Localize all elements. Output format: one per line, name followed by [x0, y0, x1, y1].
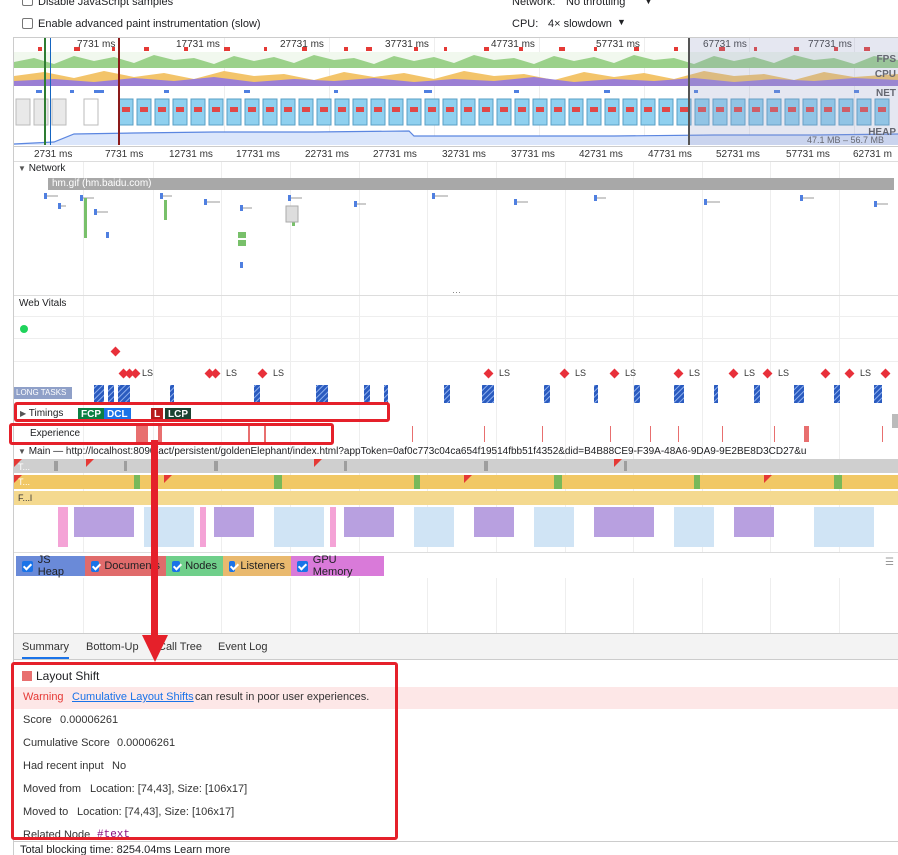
main-row-label: T...: [18, 477, 31, 487]
ls-label: LS: [142, 368, 154, 378]
ruler-tick: 12731 ms: [169, 149, 213, 160]
network-track[interactable]: ▼ Network hm.gif (hm.baidu.com) ···: [14, 162, 898, 297]
network-track-label: Network: [28, 163, 66, 174]
ls-diamond-marker[interactable]: [483, 368, 494, 379]
network-requests: [44, 193, 888, 268]
ls-diamond-marker[interactable]: [210, 368, 221, 379]
summary-highlight-box: [11, 662, 398, 840]
ruler-tick: 17731 ms: [236, 149, 280, 160]
network-throttle-select[interactable]: No throttling: [566, 0, 625, 8]
timeline-ruler[interactable]: 2731 ms 7731 ms 12731 ms 17731 ms 22731 …: [14, 146, 898, 162]
ls-diamond-marker[interactable]: [130, 368, 141, 379]
network-label: Network:: [512, 0, 556, 8]
ruler-tick: 37731 ms: [511, 149, 555, 160]
ruler-tick: 7731 ms: [105, 149, 144, 160]
ls-diamond-marker[interactable]: [728, 368, 739, 379]
ls-label: LS: [744, 368, 756, 378]
selection-left-handle[interactable]: [44, 38, 46, 145]
ls-label: LS: [575, 368, 587, 378]
timeline-overview[interactable]: 7731 ms 17731 ms 27731 ms 37731 ms 47731…: [14, 37, 898, 145]
annotation-arrow-icon: [142, 440, 168, 662]
lcp-diamond-marker[interactable]: [110, 346, 121, 357]
ruler-tick: 42731 ms: [579, 149, 623, 160]
ls-diamond-marker[interactable]: [257, 368, 268, 379]
ls-label: LS: [226, 368, 238, 378]
checkbox-checked-icon: [229, 560, 236, 572]
total-blocking-time: Total blocking time: 8254.04ms: [20, 844, 172, 855]
ruler-tick: 52731 ms: [716, 149, 760, 160]
web-vitals-label: Web Vitals: [19, 298, 67, 309]
checkbox-checked-icon: [91, 560, 100, 572]
settings-bar: Disable JavaScript samples Enable advanc…: [0, 0, 898, 36]
advanced-paint-checkbox[interactable]: [22, 18, 33, 29]
selection-marker: [118, 38, 120, 145]
checkbox-checked-icon: [172, 560, 181, 572]
fcp-dot-marker[interactable]: [20, 325, 28, 333]
checkbox-checked-icon: [22, 560, 33, 572]
nodes-checkbox[interactable]: Nodes: [166, 556, 223, 576]
long-tasks-label: LONG TASKS: [14, 387, 72, 399]
ls-label: LS: [860, 368, 872, 378]
ruler-tick: 57731 ms: [786, 149, 830, 160]
selection-start-marker: [50, 38, 51, 145]
ls-label: LS: [273, 368, 285, 378]
ruler-tick: 32731 ms: [442, 149, 486, 160]
ls-diamond-marker[interactable]: [559, 368, 570, 379]
learn-more-link[interactable]: Learn more: [174, 844, 230, 855]
listeners-checkbox[interactable]: Listeners: [223, 556, 291, 576]
network-request-bar[interactable]: hm.gif (hm.baidu.com): [48, 178, 894, 190]
ls-diamond-marker[interactable]: [820, 368, 831, 379]
ls-diamond-marker[interactable]: [880, 368, 891, 379]
disable-js-samples-label: Disable JavaScript samples: [38, 0, 174, 8]
gpu-memory-label: GPU Memory: [312, 554, 353, 578]
ls-diamond-marker[interactable]: [762, 368, 773, 379]
cpu-label: CPU:: [512, 18, 539, 30]
web-vitals-track[interactable]: Web Vitals LS LS LS LS LS LS LS LS LS LS: [14, 296, 898, 384]
main-row-label: T...: [18, 462, 31, 472]
js-heap-checkbox[interactable]: JS Heap: [16, 554, 85, 578]
js-heap-label: JS Heap: [37, 554, 65, 578]
listeners-label: Listeners: [240, 560, 285, 572]
ls-label: LS: [625, 368, 637, 378]
ruler-tick: 47731 ms: [648, 149, 692, 160]
status-footer: Total blocking time: 8254.04ms Learn mor…: [14, 841, 898, 855]
expand-triangle-icon[interactable]: ▼: [18, 447, 26, 456]
disable-js-samples-checkbox[interactable]: [22, 0, 33, 6]
main-thread-header[interactable]: ▼ Main — http://localhost:8090/act/persi…: [18, 446, 806, 457]
ls-diamond-marker[interactable]: [673, 368, 684, 379]
expand-triangle-icon[interactable]: ▼: [18, 164, 26, 173]
ls-label: LS: [778, 368, 790, 378]
tab-summary[interactable]: Summary: [22, 641, 70, 659]
selection-right-shade[interactable]: [688, 38, 898, 145]
checkbox-checked-icon: [297, 560, 308, 572]
ruler-tick: 2731 ms: [34, 149, 73, 160]
ruler-tick: 27731 ms: [373, 149, 417, 160]
tab-event-log[interactable]: Event Log: [218, 641, 268, 653]
experience-highlight-box: [9, 423, 334, 445]
track-scroll-thumb[interactable]: [892, 414, 898, 428]
gpu-memory-checkbox[interactable]: GPU Memory: [291, 554, 384, 578]
ruler-tick: 62731 m: [853, 149, 892, 160]
tab-bottom-up[interactable]: Bottom-Up: [86, 641, 139, 653]
network-request-label: hm.gif (hm.baidu.com): [52, 178, 152, 189]
ls-label: LS: [689, 368, 701, 378]
network-track-header[interactable]: ▼ Network: [18, 163, 65, 174]
ls-diamond-marker[interactable]: [844, 368, 855, 379]
ls-diamond-marker[interactable]: [609, 368, 620, 379]
cpu-throttle-select[interactable]: 4× slowdown: [548, 18, 612, 30]
menu-icon[interactable]: ☰: [885, 557, 894, 568]
timings-highlight-box: [14, 402, 390, 422]
ruler-tick: 22731 ms: [305, 149, 349, 160]
advanced-paint-label: Enable advanced paint instrumentation (s…: [38, 18, 261, 30]
network-dropdown-icon[interactable]: ▼: [644, 0, 653, 6]
main-row-label: F...l: [18, 493, 33, 503]
cpu-dropdown-icon[interactable]: ▼: [617, 17, 626, 27]
nodes-label: Nodes: [185, 560, 217, 572]
ls-label: LS: [499, 368, 511, 378]
